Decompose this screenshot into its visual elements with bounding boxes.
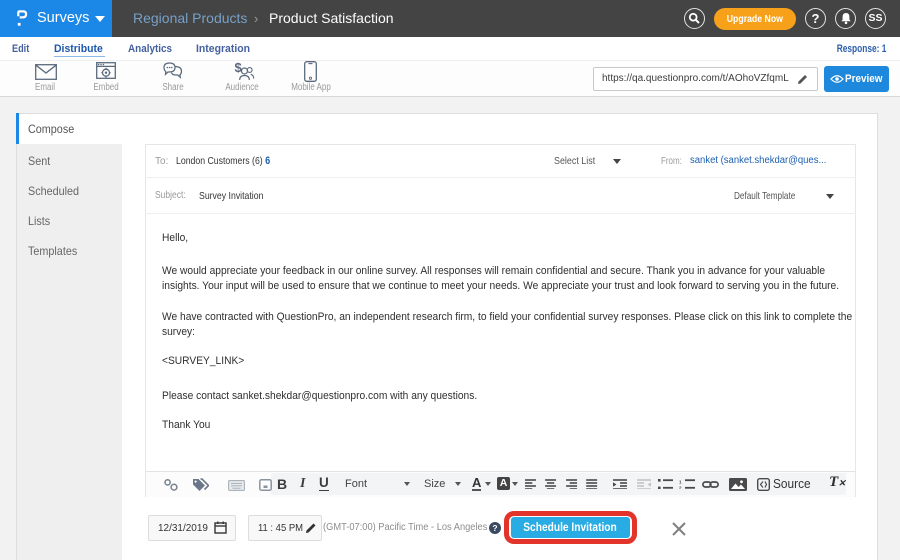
svg-text:$: $ (235, 61, 243, 75)
svg-text:2: 2 (679, 485, 682, 489)
svg-text:1: 1 (679, 479, 682, 484)
